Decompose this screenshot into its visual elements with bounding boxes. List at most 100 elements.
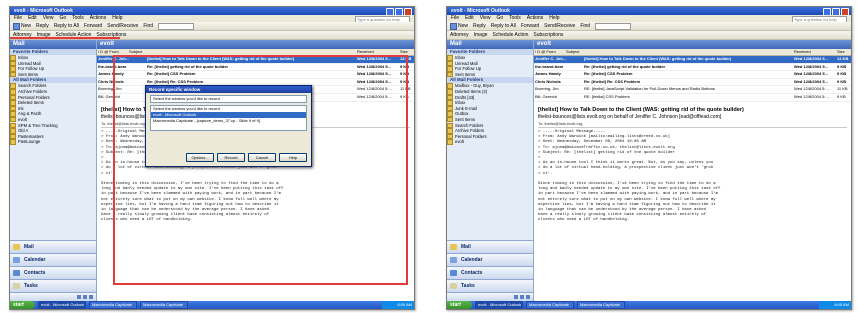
cancel-button[interactable]: Cancel	[248, 153, 276, 162]
main-pane: evolt ! D @ From Subject Received Size J…	[534, 40, 851, 301]
col-size[interactable]: Size	[399, 49, 414, 55]
attorney-button[interactable]: Attorney	[450, 31, 469, 39]
menu-edit[interactable]: Edit	[465, 15, 474, 22]
new-button[interactable]: New	[450, 22, 468, 30]
taskbar-item[interactable]: evolt - Microsoft Outlook	[38, 301, 86, 309]
table-row[interactable]: James Handy Re: [thelist] CSS Problem Wed …	[534, 71, 851, 79]
window-select[interactable]: Select the window you'd like to record	[150, 95, 307, 103]
table-row[interactable]: the-brand-bear Re: [thelist] getting rid …	[97, 64, 414, 72]
menu-file[interactable]: File	[451, 15, 459, 22]
notes-icon[interactable]	[514, 295, 518, 299]
table-row[interactable]: Jeniffer C. Joh... [thelist] How to Talk …	[534, 56, 851, 64]
reply-button[interactable]: Reply	[36, 22, 49, 30]
col-subject[interactable]: Subject	[128, 49, 356, 55]
forward-button[interactable]: Forward	[521, 22, 539, 30]
taskbar: start evolt - Microsoft Outlook Macromed…	[447, 301, 851, 309]
system-clock: 8:05 AM	[819, 301, 851, 309]
tasks-icon	[450, 283, 457, 289]
shortcuts-icon[interactable]	[89, 295, 93, 299]
find-button[interactable]: Find	[143, 22, 153, 30]
menu-help[interactable]: Help	[549, 15, 559, 22]
list-item[interactable]: Macromedia Captivate - [capture_demo_37.…	[151, 118, 306, 124]
menu-go[interactable]: Go	[496, 15, 503, 22]
schedule-action-button[interactable]: Schedule Action	[493, 31, 529, 39]
contacts-button[interactable]: Contacts	[10, 266, 96, 279]
table-row[interactable]: Jeniffer C. Joh... [thelist] How to Talk …	[97, 56, 414, 64]
nav-shortcuts	[447, 292, 533, 301]
folder-list-icon[interactable]	[520, 295, 524, 299]
contacts-button[interactable]: Contacts	[447, 266, 533, 279]
start-button[interactable]: start	[447, 301, 472, 309]
mail-button[interactable]: Mail	[447, 240, 533, 253]
right-screenshot: evolt - Microsoft Outlook File Edit View…	[446, 6, 852, 310]
send-receive-button[interactable]: Send/Receive	[544, 22, 575, 30]
taskbar-item[interactable]: Macromedia Captivate	[526, 301, 574, 309]
menu-edit[interactable]: Edit	[28, 15, 37, 22]
taskbar-item[interactable]: Macromedia Captivate	[89, 301, 137, 309]
record-window-dialog: Record specific window Select the window…	[145, 85, 312, 167]
standard-toolbar: New Reply Reply to All Forward Send/Rece…	[10, 22, 414, 31]
table-row[interactable]: the-brand-bear Re: [thelist] getting rid …	[534, 64, 851, 72]
folder-item[interactable]: evolt	[447, 139, 533, 145]
message-body: > -----Original Message----- > From: And…	[538, 130, 721, 223]
reply-button[interactable]: Reply	[473, 22, 486, 30]
folder-item[interactable]: PastLounge	[10, 139, 96, 145]
start-button[interactable]: start	[10, 301, 35, 309]
menu-actions[interactable]: Actions	[90, 15, 106, 22]
col-from[interactable]: ! D @ From	[534, 49, 565, 55]
menu-view[interactable]: View	[480, 15, 491, 22]
col-size[interactable]: Size	[836, 49, 851, 55]
menu-actions[interactable]: Actions	[527, 15, 543, 22]
tasks-button[interactable]: Tasks	[447, 279, 533, 292]
mail-icon	[450, 244, 457, 250]
navigation-pane: Mail Favorite Folders Inbox Unread Mail …	[10, 40, 97, 301]
taskbar-item[interactable]: Macromedia Captivate	[577, 301, 625, 309]
options-button[interactable]: Options...	[186, 153, 214, 162]
new-mail-icon	[450, 22, 457, 30]
taskbar-item[interactable]: evolt - Microsoft Outlook	[475, 301, 523, 309]
reply-all-button[interactable]: Reply to All	[491, 22, 516, 30]
new-mail-icon	[13, 22, 20, 30]
calendar-button[interactable]: Calendar	[447, 253, 533, 266]
mail-button[interactable]: Mail	[10, 240, 96, 253]
folder-list-icon[interactable]	[83, 295, 87, 299]
menu-view[interactable]: View	[43, 15, 54, 22]
new-button[interactable]: New	[13, 22, 31, 30]
record-button[interactable]: Record	[217, 153, 245, 162]
menu-file[interactable]: File	[14, 15, 22, 22]
custom-toolbar: Attorney Image Schedule Action Subscript…	[447, 31, 851, 40]
menu-go[interactable]: Go	[59, 15, 66, 22]
window-list[interactable]: Select the window you'd like to record e…	[150, 105, 307, 131]
table-row[interactable]: James Handy Re: [thelist] CSS Problem Wed …	[97, 71, 414, 79]
notes-icon[interactable]	[77, 295, 81, 299]
reply-all-button[interactable]: Reply to All	[54, 22, 79, 30]
find-contact-input[interactable]	[158, 22, 195, 30]
menu-tools[interactable]: Tools	[72, 15, 84, 22]
col-from[interactable]: ! D @ From	[97, 49, 128, 55]
col-received[interactable]: Received	[793, 49, 836, 55]
tasks-button[interactable]: Tasks	[10, 279, 96, 292]
menu-bar: File Edit View Go Tools Actions Help	[10, 15, 414, 22]
message-list-header: ! D @ From Subject Received Size	[534, 49, 851, 56]
find-button[interactable]: Find	[580, 22, 590, 30]
taskbar-item[interactable]: Macromedia Captivate	[140, 301, 188, 309]
image-button[interactable]: Image	[474, 31, 488, 39]
standard-toolbar: New Reply Reply to All Forward Send/Rece…	[447, 22, 851, 31]
col-received[interactable]: Received	[356, 49, 399, 55]
subscriptions-button[interactable]: Subscriptions	[533, 31, 563, 39]
col-subject[interactable]: Subject	[565, 49, 793, 55]
folder-icon	[447, 139, 453, 145]
menu-help[interactable]: Help	[112, 15, 122, 22]
menu-tools[interactable]: Tools	[509, 15, 521, 22]
table-row[interactable]: Broering, JimRE: [thelist] JavaScript Va…	[534, 86, 851, 94]
help-button[interactable]: Help	[279, 153, 307, 162]
reading-pane: [thelist] How to Talk Down to the Client…	[534, 104, 851, 227]
calendar-button[interactable]: Calendar	[10, 253, 96, 266]
shortcuts-icon[interactable]	[526, 295, 530, 299]
send-receive-button[interactable]: Send/Receive	[107, 22, 138, 30]
find-contact-input[interactable]	[595, 22, 632, 30]
dialog-title: Record specific window	[146, 86, 311, 93]
table-row[interactable]: Bill, GerechtRE: [thelist] CSS ProblemWe…	[534, 94, 851, 102]
forward-button[interactable]: Forward	[84, 22, 102, 30]
table-row[interactable]: Chris Nichols Re: [thelist] Re: CSS Probl…	[534, 79, 851, 87]
